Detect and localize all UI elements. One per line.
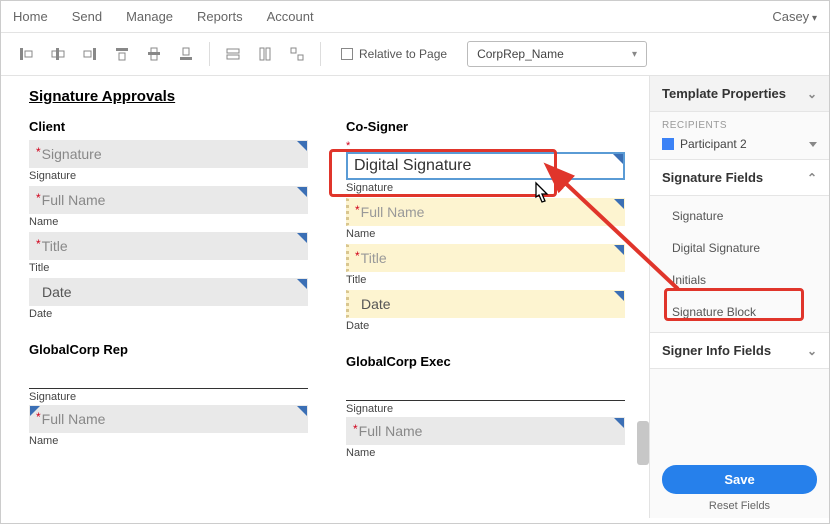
align-5-icon[interactable] [141,41,167,67]
cosigner-column: Co-Signer * Digital Signature Signature … [346,119,625,459]
client-date-label: Date [29,308,308,320]
align-1-icon[interactable] [13,41,39,67]
client-column: Client *Signature Signature *Full Name N… [29,119,308,459]
cosigner-date-field[interactable]: Date [346,290,625,318]
chevron-up-icon: ⌃ [807,171,817,185]
client-name-field[interactable]: *Full Name [29,186,308,214]
width-icon[interactable] [220,41,246,67]
rep-sig-label: Signature [29,391,308,403]
exec-name-field[interactable]: *Full Name [346,417,625,445]
field-signature[interactable]: Signature [650,200,829,232]
align-6-icon[interactable] [173,41,199,67]
client-signature-field[interactable]: *Signature [29,140,308,168]
exec-sig-line [346,379,625,401]
scrollbar[interactable] [637,421,649,465]
client-title-label: Title [29,262,308,274]
cosigner-signature-label: Signature [346,182,625,194]
cosigner-title-label: Title [346,274,625,286]
cosigner-name-label: Name [346,228,625,240]
cosigner-date-label: Date [346,320,625,332]
reset-fields-link[interactable]: Reset Fields [650,500,829,518]
align-2-icon[interactable] [45,41,71,67]
signer-info-header[interactable]: Signer Info Fields⌄ [650,332,829,369]
rep-head: GlobalCorp Rep [29,342,308,357]
page-title: Signature Approvals [29,88,625,105]
rep-sig-line [29,367,308,389]
chevron-down-icon: ▾ [632,49,637,60]
user-menu[interactable]: Casey [772,9,817,24]
recipients-label: RECIPIENTS [662,120,817,131]
participant-item[interactable]: Participant 2 [662,137,817,151]
top-nav: Home Send Manage Reports Account Casey [1,1,829,33]
nav-home[interactable]: Home [13,9,48,24]
template-properties-header[interactable]: Template Properties⌄ [650,76,829,112]
align-3-icon[interactable] [77,41,103,67]
rep-name-field[interactable]: *Full Name [29,405,308,433]
client-title-field[interactable]: *Title [29,232,308,260]
participant-swatch [662,138,674,150]
client-signature-label: Signature [29,170,308,182]
relative-label: Relative to Page [359,47,447,61]
nav-manage[interactable]: Manage [126,9,173,24]
both-icon[interactable] [284,41,310,67]
field-signature-block[interactable]: Signature Block [650,296,829,328]
chevron-down-icon: ⌄ [807,344,817,358]
relative-to-page-checkbox[interactable]: Relative to Page [341,47,447,61]
checkbox-icon [341,48,353,60]
client-name-label: Name [29,216,308,228]
exec-sig-label: Signature [346,403,625,415]
field-dropdown[interactable]: CorpRep_Name ▾ [467,41,647,67]
chevron-down-icon: ⌄ [807,87,817,101]
save-button[interactable]: Save [662,465,817,494]
cosigner-signature-field[interactable]: Digital Signature [346,152,625,180]
rep-name-label: Name [29,435,308,447]
align-4-icon[interactable] [109,41,135,67]
cosigner-name-field[interactable]: *Full Name [346,198,625,226]
sidebar: Template Properties⌄ RECIPIENTS Particip… [649,76,829,518]
exec-head: GlobalCorp Exec [346,354,625,369]
field-digital-signature[interactable]: Digital Signature [650,232,829,264]
signature-fields-header[interactable]: Signature Fields⌃ [650,160,829,196]
client-date-field[interactable]: Date [29,278,308,306]
cosigner-title-field[interactable]: *Title [346,244,625,272]
nav-account[interactable]: Account [267,9,314,24]
toolbar: Relative to Page CorpRep_Name ▾ [1,33,829,76]
height-icon[interactable] [252,41,278,67]
nav-send[interactable]: Send [72,9,102,24]
canvas[interactable]: Signature Approvals Client *Signature Si… [1,76,649,471]
dropdown-value: CorpRep_Name [477,47,564,61]
cosigner-head: Co-Signer [346,119,625,134]
signature-fields-list: Signature Digital Signature Initials Sig… [650,196,829,332]
nav-reports[interactable]: Reports [197,9,243,24]
exec-name-label: Name [346,447,625,459]
field-initials[interactable]: Initials [650,264,829,296]
client-head: Client [29,119,308,134]
